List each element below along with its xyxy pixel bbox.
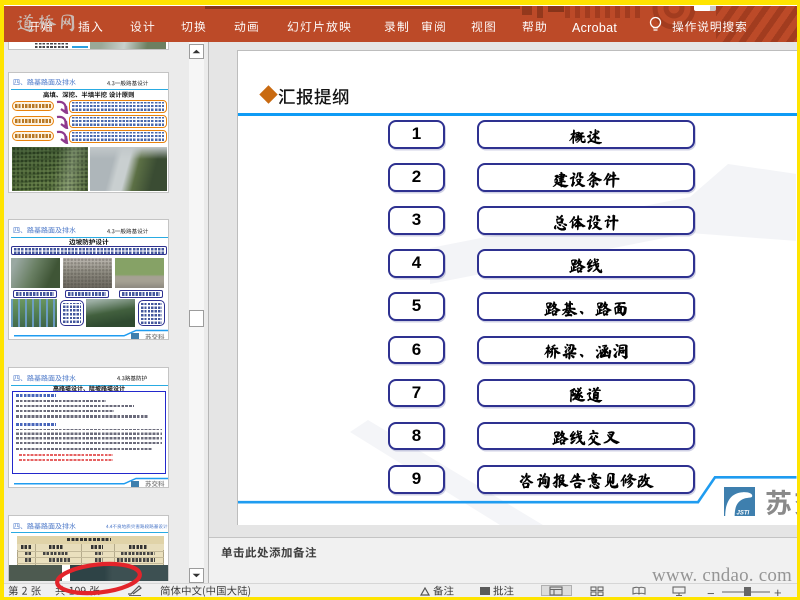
svg-text:JSTI: JSTI <box>737 510 750 516</box>
